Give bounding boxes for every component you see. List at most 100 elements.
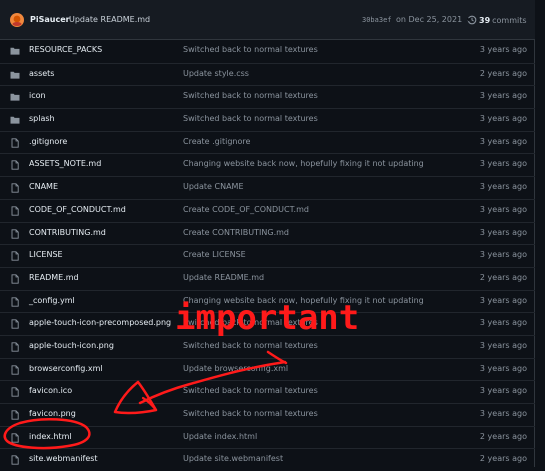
file-name-link[interactable]: browserconfig.xml: [29, 364, 103, 373]
file-row: README.md Update README.md 2 years ago: [0, 266, 535, 290]
file-name-link[interactable]: apple-touch-icon.png: [29, 341, 114, 350]
commit-age: 3 years ago: [479, 91, 527, 101]
commit-age: 3 years ago: [479, 204, 527, 214]
file-row: LICENSE Create LICENSE 3 years ago: [0, 244, 535, 267]
file-row: index.html Update index.html 2 years ago: [0, 425, 535, 449]
file-icon: [10, 274, 20, 284]
file-icon: [10, 433, 20, 443]
file-name-link[interactable]: apple-touch-icon-precomposed.png: [29, 318, 171, 327]
file-name-link[interactable]: README.md: [29, 273, 79, 282]
commit-age: 3 years ago: [479, 45, 527, 54]
file-icon: [10, 387, 20, 397]
commit-message-link[interactable]: Changing website back now, hopefully fix…: [183, 159, 424, 168]
commit-message-link[interactable]: Switched back to normal textures: [183, 386, 318, 395]
annotation-label: important: [175, 298, 360, 338]
commit-age: 3 years ago: [479, 363, 527, 373]
file-icon: [10, 455, 20, 466]
commit-author[interactable]: PiSaucer: [30, 15, 70, 24]
file-icon: [10, 410, 20, 420]
file-name-link[interactable]: index.html: [29, 432, 72, 441]
commit-message-link[interactable]: Update index.html: [183, 432, 257, 441]
file-row: assets Update style.css 2 years ago: [0, 62, 535, 86]
commit-age: 2 years ago: [479, 454, 527, 464]
folder-icon: [10, 115, 20, 125]
folder-icon: [10, 92, 20, 102]
avatar[interactable]: [10, 13, 24, 27]
file-row: browserconfig.xml Update browserconfig.xm…: [0, 357, 535, 381]
folder-icon: [10, 46, 20, 56]
commit-message-link[interactable]: Update browserconfig.xml: [183, 364, 288, 373]
commit-message[interactable]: Update README.md: [69, 15, 150, 24]
file-row: favicon.png Switched back to normal textu…: [0, 403, 535, 426]
file-icon: [10, 228, 20, 239]
commit-message-link[interactable]: Switched back to normal textures: [183, 341, 318, 350]
file-name-link[interactable]: .gitignore: [29, 137, 67, 146]
file-name-link[interactable]: RESOURCE_PACKS: [29, 45, 102, 54]
commit-message-link[interactable]: Create CONTRIBUTING.md: [183, 228, 289, 237]
file-browser: PiSaucer Update README.md 30ba3ef on Dec…: [0, 0, 535, 467]
file-row: icon Switched back to normal textures 3 ye…: [0, 85, 535, 108]
file-row: CONTRIBUTING.md Create CONTRIBUTING.md 3 y…: [0, 221, 535, 245]
commit-age: 2 years ago: [479, 431, 527, 441]
commit-age: 3 years ago: [479, 318, 527, 328]
commit-message-link[interactable]: Create CODE_OF_CONDUCT.md: [183, 205, 309, 214]
file-row: RESOURCE_PACKS Switched back to normal te…: [0, 40, 535, 63]
commit-age: 3 years ago: [479, 386, 527, 396]
commit-message-link[interactable]: Create LICENSE: [183, 250, 246, 259]
commit-age: 3 years ago: [479, 227, 527, 237]
commit-message-link[interactable]: Create .gitignore: [183, 137, 250, 146]
commit-message-link[interactable]: Switched back to normal textures: [183, 409, 318, 418]
file-row: .gitignore Create .gitignore 3 years ago: [0, 130, 535, 154]
commit-count: 39: [479, 15, 491, 25]
file-row: ASSETS_NOTE.md Changing website back now,…: [0, 153, 535, 176]
file-name-link[interactable]: site.webmanifest: [29, 454, 98, 463]
file-name-link[interactable]: CODE_OF_CONDUCT.md: [29, 205, 126, 214]
commit-message-link[interactable]: Update style.css: [183, 69, 249, 78]
commit-message-link[interactable]: Update CNAME: [183, 182, 244, 191]
file-name-link[interactable]: ASSETS_NOTE.md: [29, 159, 101, 168]
commit-message-link[interactable]: Update site.webmanifest: [183, 454, 283, 463]
commit-age: 3 years ago: [479, 250, 527, 260]
file-icon: [10, 206, 20, 216]
commit-message-link[interactable]: Switched back to normal textures: [183, 114, 318, 123]
file-name-link[interactable]: CONTRIBUTING.md: [29, 228, 106, 237]
file-row: splash Switched back to normal textures 3 …: [0, 108, 535, 131]
commit-history-link[interactable]: 39 commits: [467, 15, 527, 25]
file-icon: [10, 251, 20, 261]
history-icon: [467, 15, 477, 25]
file-name-link[interactable]: favicon.ico: [29, 386, 72, 395]
file-icon: [10, 296, 20, 307]
file-row: site.webmanifest Update site.webmanifest 2…: [0, 448, 535, 471]
file-list: RESOURCE_PACKS Switched back to normal te…: [0, 40, 535, 471]
file-icon: [10, 319, 20, 329]
commit-age: 3 years ago: [479, 159, 527, 169]
commit-age: 3 years ago: [479, 182, 527, 192]
commit-age: 3 years ago: [479, 340, 527, 350]
commit-age: 2 years ago: [479, 272, 527, 282]
commit-count-label: commits: [492, 15, 527, 25]
commit-message-link[interactable]: Switched back to normal textures: [183, 91, 318, 100]
file-name-link[interactable]: icon: [29, 91, 46, 100]
folder-icon: [10, 70, 20, 80]
file-name-link[interactable]: LICENSE: [29, 250, 63, 259]
commit-age: 3 years ago: [479, 295, 527, 305]
file-name-link[interactable]: favicon.png: [29, 409, 76, 418]
commit-message-link[interactable]: Switched back to normal textures: [183, 45, 318, 54]
commit-age: 3 years ago: [479, 114, 527, 124]
commit-age: 3 years ago: [479, 409, 527, 418]
commit-age: 2 years ago: [479, 68, 527, 78]
file-name-link[interactable]: _config.yml: [29, 296, 75, 305]
commit-age: 3 years ago: [479, 136, 527, 146]
file-icon: [10, 183, 20, 193]
file-icon: [10, 160, 20, 171]
file-name-link[interactable]: assets: [29, 69, 54, 78]
commit-sha[interactable]: 30ba3ef: [362, 16, 392, 24]
file-name-link[interactable]: CNAME: [29, 182, 58, 191]
file-name-link[interactable]: splash: [29, 114, 55, 123]
file-icon: [10, 138, 20, 148]
file-row: apple-touch-icon.png Switched back to nor…: [0, 334, 535, 358]
commit-message-link[interactable]: Update README.md: [183, 273, 264, 282]
file-icon: [10, 342, 20, 352]
latest-commit-bar: PiSaucer Update README.md 30ba3ef on Dec…: [0, 0, 535, 40]
file-row: CNAME Update CNAME 3 years ago: [0, 176, 535, 199]
